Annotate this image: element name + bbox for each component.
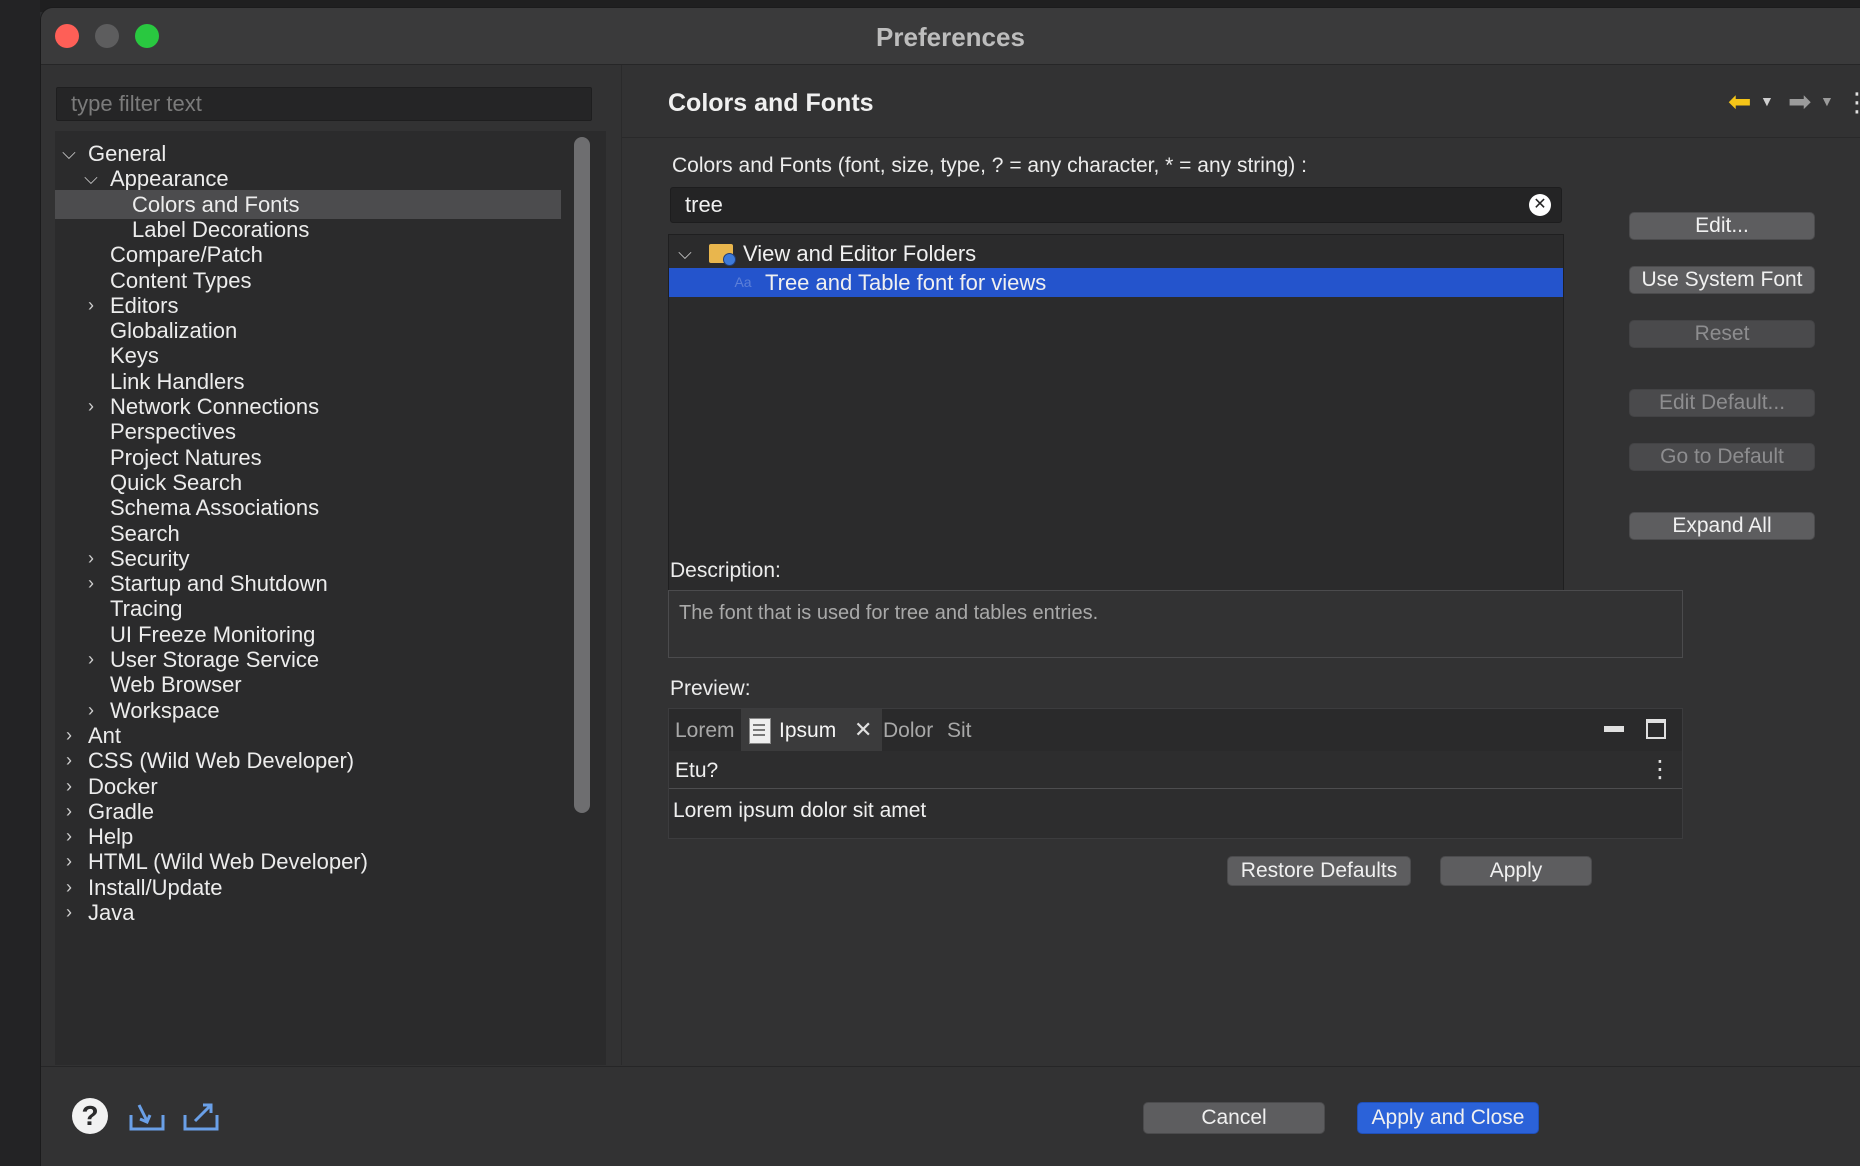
use-system-font-button[interactable]: Use System Font <box>1629 266 1815 294</box>
expand-all-button[interactable]: Expand All <box>1629 512 1815 540</box>
minimize-icon[interactable]: ▬ <box>1604 715 1624 738</box>
header-divider <box>622 137 1860 138</box>
dialog-footer: ? Cancel Apply and Close <box>41 1066 1860 1166</box>
apply-button[interactable]: Apply <box>1440 856 1592 886</box>
tree-item-label: Java <box>88 900 135 925</box>
filter-input[interactable] <box>56 87 592 121</box>
forward-arrow-icon[interactable]: ➡ <box>1788 85 1811 118</box>
close-tab-icon[interactable]: ✕ <box>854 717 872 742</box>
tree-scrollbar[interactable] <box>574 137 590 813</box>
tab-sit[interactable]: Sit <box>947 719 972 743</box>
preview-tab-bar: Lorem Ipsum ✕ Dolor Sit ▬ <box>669 709 1682 751</box>
font-search-input[interactable] <box>671 188 1539 222</box>
tab-ipsum-label: Ipsum <box>779 719 837 742</box>
go-to-default-button[interactable]: Go to Default <box>1629 443 1815 471</box>
category-label: View and Editor Folders <box>743 241 977 266</box>
reset-button[interactable]: Reset <box>1629 320 1815 348</box>
font-entry-label: Tree and Table font for views <box>765 270 1047 295</box>
export-icon[interactable] <box>181 1097 221 1133</box>
font-search-box: ✕ <box>670 187 1562 223</box>
maximize-icon[interactable] <box>1646 719 1666 739</box>
preview-line-1: Etu? <box>675 759 719 782</box>
import-icon[interactable] <box>127 1097 167 1133</box>
colors-fonts-tree: ⌵ View and Editor Folders Aa Tree and Ta… <box>668 234 1564 648</box>
preferences-window: Preferences ⌵General⌵AppearanceColors an… <box>41 8 1860 1166</box>
tab-lorem[interactable]: Lorem <box>675 719 735 743</box>
right-pane: Colors and Fonts ⬅ ▼ ➡ ▼ ⋮ Colors and Fo… <box>622 65 1860 1065</box>
description-box: The font that is used for tree and table… <box>668 590 1683 658</box>
tree-font-row[interactable]: Aa Tree and Table font for views <box>669 268 1563 297</box>
preferences-tree: ⌵ General ⌵ Appearance Colors and Fonts Label… <box>55 131 606 1065</box>
apply-and-close-button[interactable]: Apply and Close <box>1357 1102 1539 1134</box>
back-dropdown-icon[interactable]: ▼ <box>1760 93 1774 109</box>
background-left-strip <box>0 0 40 1166</box>
description-label: Description: <box>670 559 781 582</box>
page-title: Colors and Fonts <box>668 89 874 117</box>
font-icon: Aa <box>734 274 752 290</box>
restore-defaults-button[interactable]: Restore Defaults <box>1227 856 1411 886</box>
clear-search-icon[interactable]: ✕ <box>1529 194 1551 216</box>
cancel-button[interactable]: Cancel <box>1143 1102 1325 1134</box>
nav-toolbar: ⬅ ▼ ➡ ▼ ⋮ <box>1700 85 1860 121</box>
preview-menu-icon[interactable]: ⋮ <box>1648 755 1672 784</box>
back-arrow-icon[interactable]: ⬅ <box>1728 85 1751 118</box>
preview-toolbar-row: Etu? ⋮ <box>669 751 1682 789</box>
left-pane: ⌵General⌵AppearanceColors and FontsLabel… <box>41 65 622 1065</box>
preview-label: Preview: <box>670 677 751 700</box>
chevron-right-icon[interactable]: › <box>59 898 79 927</box>
forward-dropdown-icon[interactable]: ▼ <box>1820 93 1834 109</box>
title-bar: Preferences <box>41 8 1860 65</box>
tab-dolor[interactable]: Dolor <box>883 719 933 743</box>
window-title: Preferences <box>876 22 1025 52</box>
edit-button[interactable]: Edit... <box>1629 212 1815 240</box>
tree-item[interactable]: › Java <box>55 898 561 927</box>
chevron-down-icon[interactable]: ⌵ <box>675 239 695 268</box>
folder-icon <box>709 244 736 266</box>
tab-ipsum[interactable]: Ipsum ✕ <box>741 709 883 751</box>
view-menu-icon[interactable]: ⋮ <box>1844 87 1860 118</box>
preview-area: Lorem Ipsum ✕ Dolor Sit ▬ Etu? ⋮ Lorem i… <box>668 708 1683 839</box>
help-icon[interactable]: ? <box>72 1098 108 1134</box>
preview-line-2: Lorem ipsum dolor sit amet <box>673 799 927 822</box>
instructions-label: Colors and Fonts (font, size, type, ? = … <box>672 154 1307 177</box>
document-icon <box>749 718 771 744</box>
edit-default-button[interactable]: Edit Default... <box>1629 389 1815 417</box>
tree-category-row[interactable]: ⌵ View and Editor Folders <box>669 239 1563 268</box>
